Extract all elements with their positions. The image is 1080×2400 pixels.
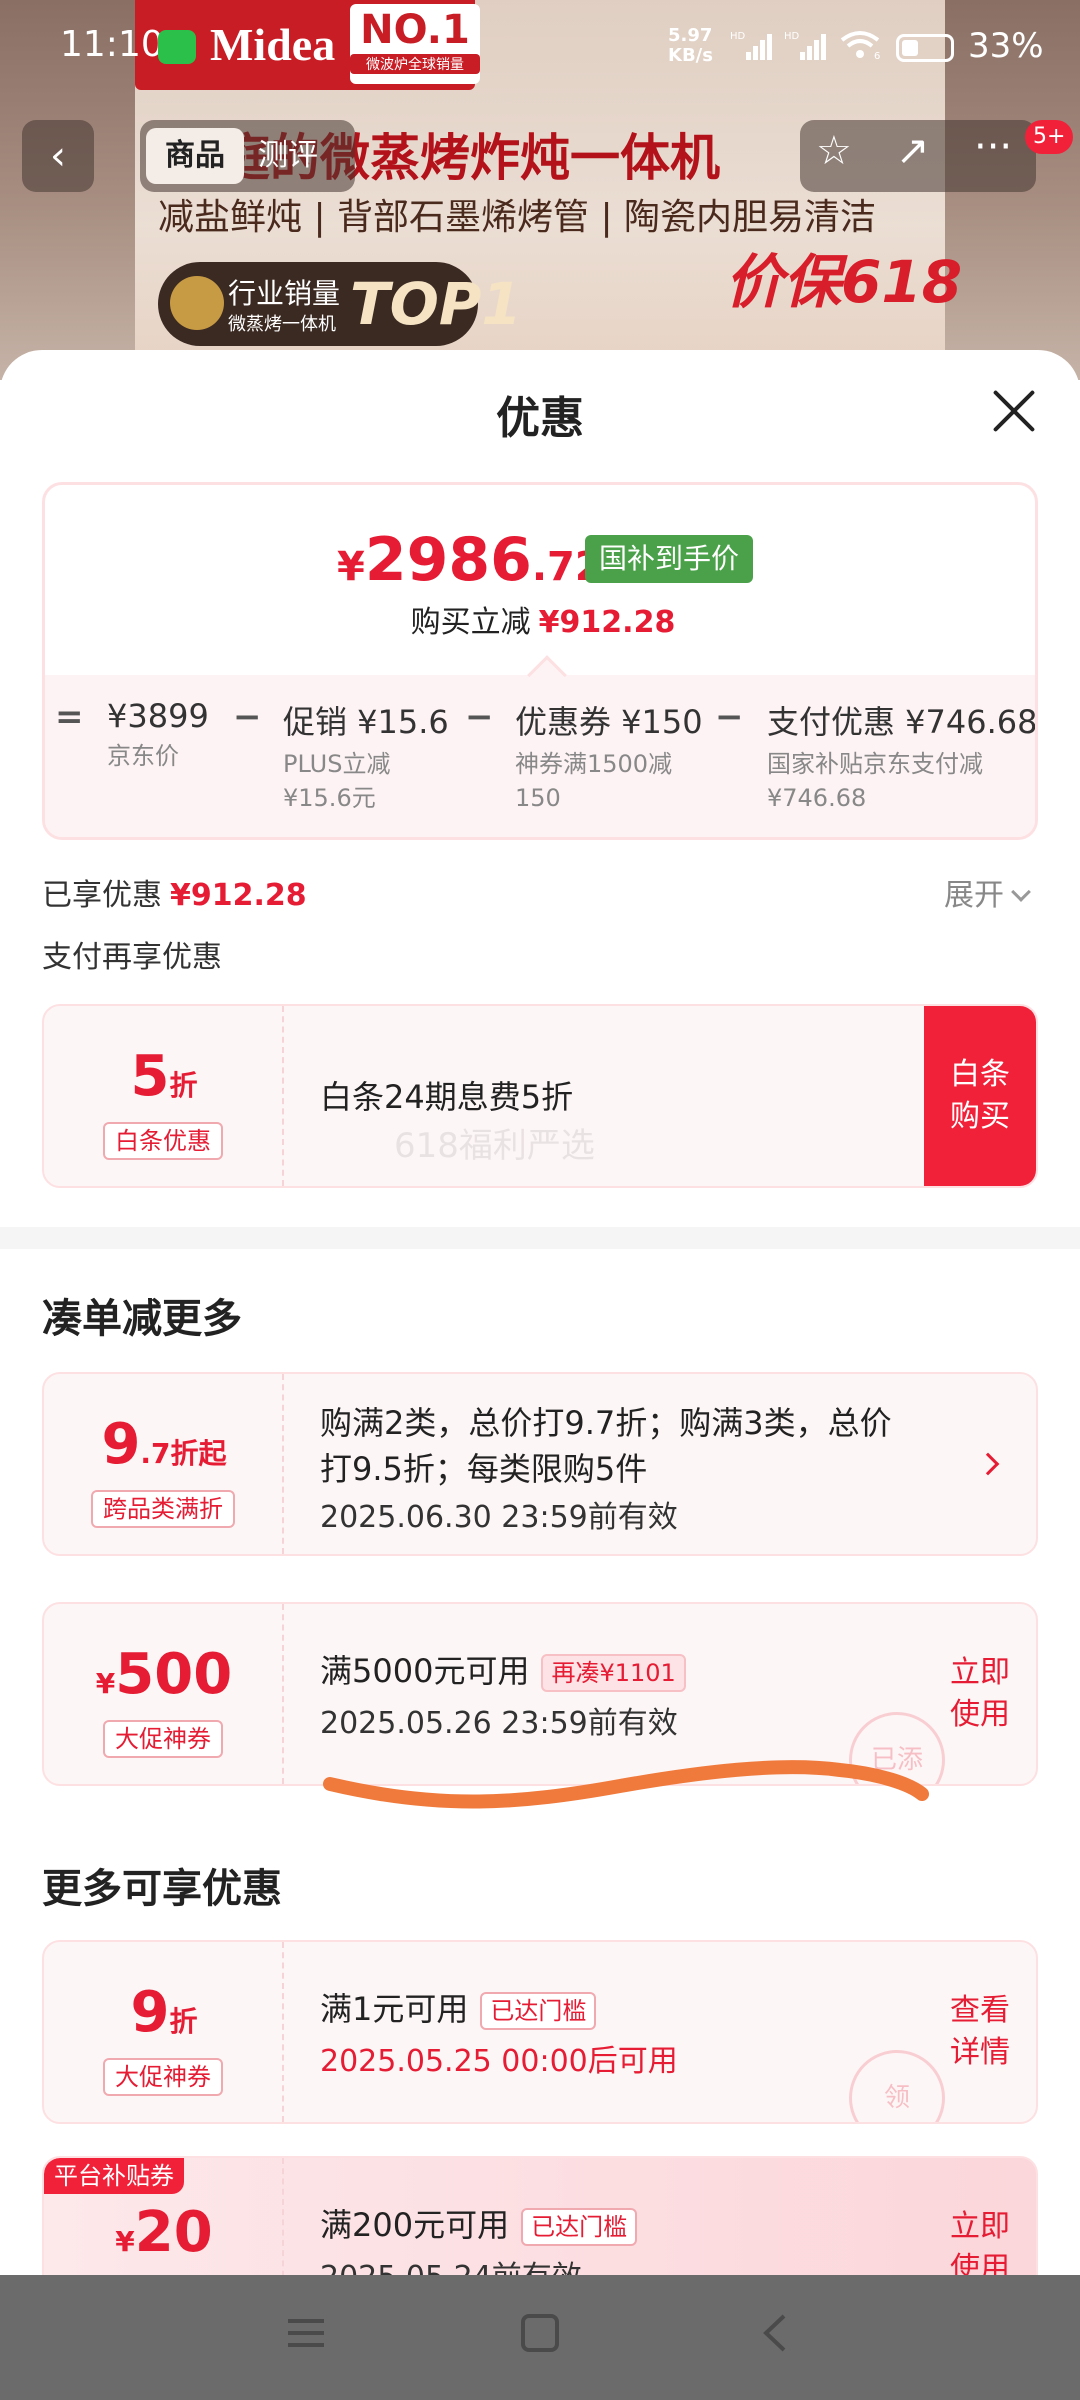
pay-again-heading: 支付再享优惠 xyxy=(42,940,222,975)
tab-product[interactable]: 商品 xyxy=(146,128,244,184)
signal-icon: HD xyxy=(730,31,772,60)
tab-review[interactable]: 测评 xyxy=(258,128,318,184)
wifi-icon: 6 xyxy=(840,31,880,60)
battery-percent: 33% xyxy=(968,26,1044,66)
sheet-title: 优惠 xyxy=(496,393,584,444)
baitiao-coupon: 5折 白条优惠 白条24期息费5折 618福利严选 白条购买 xyxy=(42,1004,1038,1188)
threshold-met-tag: 已达门槛 xyxy=(480,1992,597,2030)
platform-subsidy-tag: 平台补贴券 xyxy=(44,2158,184,2194)
annotation-underline xyxy=(323,1760,929,1809)
clock: 11:10 xyxy=(60,24,164,65)
coupon-tag: 白条优惠 xyxy=(103,1122,223,1160)
close-icon[interactable] xyxy=(990,388,1036,434)
chevron-right-icon xyxy=(976,1452,1000,1476)
baitiao-buy-button[interactable]: 白条购买 xyxy=(924,1006,1036,1186)
watermark: 618福利严选 xyxy=(394,1126,595,1166)
coupon-tag: 大促神券 xyxy=(103,2058,223,2096)
banner-subline: 减盐鲜炖 | 背部石墨烯烤管 | 陶瓷内胆易清洁 xyxy=(158,197,877,238)
section-divider xyxy=(0,1227,1080,1249)
top-actions: ☆ ↗ ··· xyxy=(800,120,1036,192)
coupon-9-discount: 9折 大促神券 满1元可用 已达门槛 2025.05.25 00:00后可用 领 … xyxy=(42,1940,1038,2124)
sales-top1-badge: 行业销量 微蒸烤一体机 TOP1 xyxy=(158,262,522,346)
svg-text:6: 6 xyxy=(874,51,880,60)
signal-icon-2: HD xyxy=(784,31,826,60)
view-details-button[interactable]: 查看详情 xyxy=(924,1942,1036,2122)
svg-text:HD: HD xyxy=(730,31,746,42)
home-icon[interactable] xyxy=(520,2313,560,2353)
coupon-left: 5折 白条优惠 xyxy=(44,1006,284,1186)
network-speed: 5.97 KB/s xyxy=(668,25,713,66)
back-icon: ‹ xyxy=(50,133,66,179)
minus-sign: − xyxy=(233,697,262,737)
formula-payment: 支付优惠 ¥746.68 国家补贴京东支付减¥746.68 xyxy=(767,703,1038,812)
formula-coupon: 优惠券 ¥150 神券满1500减150 xyxy=(515,703,703,812)
instant-reduction: 购买立减 ¥912.28 xyxy=(410,605,676,640)
back-button[interactable]: ‹ xyxy=(22,120,94,192)
price-protect-label: 价保618 xyxy=(725,248,963,316)
equals-sign: = xyxy=(55,697,84,737)
use-now-button[interactable]: 立即使用 xyxy=(924,1604,1036,1784)
chevron-down-icon xyxy=(1011,882,1031,902)
tab-bar: 商品 测评 xyxy=(140,120,355,192)
wechat-icon xyxy=(158,30,196,64)
badge-main: 行业销量 xyxy=(228,277,341,310)
coupon-tag: 跨品类满折 xyxy=(91,1490,235,1528)
share-icon[interactable]: ↗ xyxy=(896,128,930,174)
message-badge: 5+ xyxy=(1025,120,1074,154)
enjoyed-discount: 已享优惠 ¥912.28 xyxy=(42,878,307,913)
star-icon[interactable]: ☆ xyxy=(816,128,852,174)
minus-sign: − xyxy=(715,697,744,737)
cross-category-discount[interactable]: 9.7折起 跨品类满折 购满2类，总价打9.7折；购满3类，总价 打9.5折；每… xyxy=(42,1372,1038,1556)
formula-promo: 促销 ¥15.6 PLUS立减¥15.6元 xyxy=(283,703,449,812)
discount-sheet: 优惠 ¥2986.72 国补到手价 购买立减 ¥912.28 = ¥3899 京东… xyxy=(0,350,1080,2275)
status-bar: 11:10 5.97 KB/s HD HD 6 33% xyxy=(0,0,1080,92)
trophy-icon xyxy=(170,276,224,330)
subsidy-price-badge: 国补到手价 xyxy=(585,535,754,583)
more-icon[interactable]: ··· xyxy=(974,124,1012,170)
final-price: ¥2986.72 xyxy=(337,525,603,595)
section-title-more-benefits: 更多可享优惠 xyxy=(42,1866,282,1912)
svg-text:HD: HD xyxy=(784,31,800,42)
badge-sub: 微蒸烤一体机 xyxy=(228,314,336,335)
price-card: ¥2986.72 国补到手价 购买立减 ¥912.28 = ¥3899 京东价 −… xyxy=(42,482,1038,840)
coupon-tag: 大促神券 xyxy=(103,1720,223,1758)
system-nav-bar xyxy=(0,2275,1080,2400)
use-now-button[interactable]: 立即使用 xyxy=(924,2158,1036,2275)
coupon-desc: 白条24期息费5折 xyxy=(320,1078,574,1116)
coupon-20: ¥20 平台补贴券 满200元可用已达门槛 2025.05.24前有效 立即使用 xyxy=(42,2156,1038,2275)
back-nav-icon[interactable] xyxy=(756,2313,796,2353)
section-title-more-orders: 凑单减更多 xyxy=(42,1296,242,1342)
minus-sign: − xyxy=(465,697,494,737)
battery-icon xyxy=(896,34,954,62)
expand-toggle[interactable]: 展开 xyxy=(944,870,1031,914)
top-up-tag: 再凑¥1101 xyxy=(541,1654,686,1692)
badge-top: TOP1 xyxy=(350,270,522,338)
formula-jd-price: ¥3899 京东价 xyxy=(107,697,209,770)
threshold-met-tag: 已达门槛 xyxy=(521,2208,638,2246)
menu-icon[interactable] xyxy=(286,2313,326,2353)
